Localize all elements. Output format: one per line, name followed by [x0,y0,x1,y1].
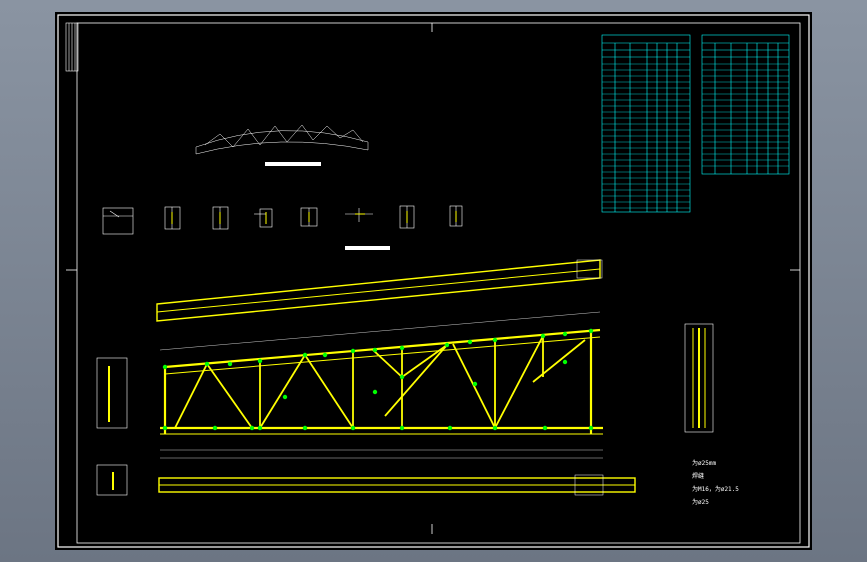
bolt-node [399,345,405,351]
bolt-node [562,359,568,365]
outer-frame [57,14,810,548]
bolt-node [257,358,263,364]
bolt-node [492,337,498,343]
bolt-node [562,331,568,337]
main-truss [160,328,603,435]
bottom-chord-elevation [158,474,636,496]
truss-drawing [57,14,810,548]
table-1 [601,34,691,213]
bolt-node [257,425,263,431]
bolt-node [492,425,498,431]
bolt-node [588,425,594,431]
note-line-1: 为ø25mm [692,460,717,467]
bolt-node [350,348,356,354]
arch-title [265,162,321,166]
bolt-node [444,342,450,348]
bolt-node [227,361,233,367]
right-section-detail [684,323,714,433]
bolt-node [204,361,210,367]
note-line-3: 为M16，为ø21.5 [692,486,739,493]
bolt-node [372,347,378,353]
bolt-node [399,425,405,431]
section-title [345,246,390,250]
note-line-4: 为ø25 [692,499,709,506]
bolt-node [162,425,168,431]
top-chord-elevation [156,259,603,322]
title-strip [65,22,79,72]
cad-drawing-viewport[interactable]: 为ø25mm 焊缝 为M16，为ø21.5 为ø25 [55,12,812,550]
arch-sketch [195,124,369,155]
bolt-node [302,425,308,431]
bolt-node [322,352,328,358]
bolt-node [282,394,288,400]
bolt-node [542,425,548,431]
bolt-node [249,425,255,431]
bolt-node [447,425,453,431]
bolt-node [212,425,218,431]
bolt-node [302,352,308,358]
bolt-node [467,339,473,345]
bolt-node [162,364,168,370]
table-2 [701,34,790,175]
dimension-lines [159,311,603,459]
bolt-node [350,425,356,431]
bolt-node [588,328,594,334]
note-line-2: 焊缝 [692,473,705,480]
bolt-node [540,333,546,339]
bolt-node [399,374,405,380]
node-yellow-marks [171,211,457,224]
bolt-node [372,389,378,395]
node-details [102,205,463,235]
bolt-node [472,381,478,387]
